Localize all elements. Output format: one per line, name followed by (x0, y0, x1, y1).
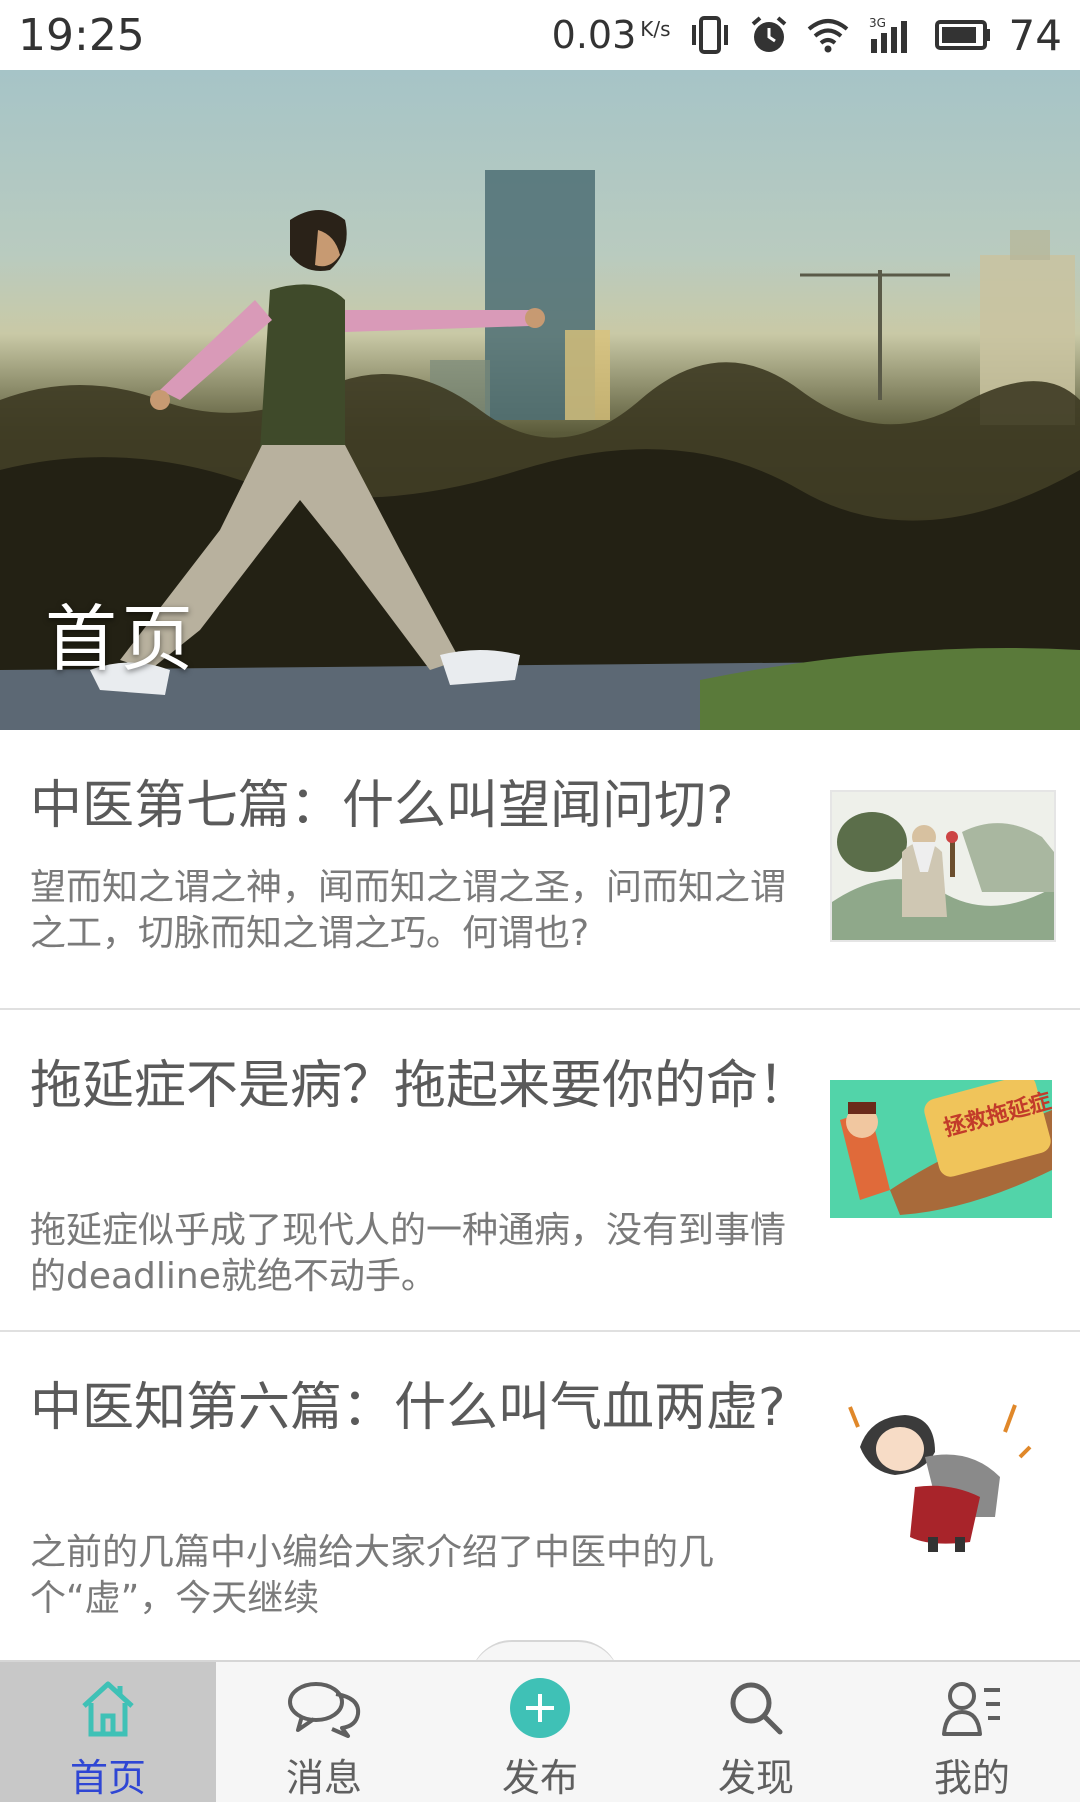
article-title: 拖延症不是病？拖起来要你的命！ (30, 1056, 811, 1116)
vibrate-icon (689, 15, 731, 55)
nav-item-home[interactable]: 首页 (0, 1662, 216, 1802)
status-time: 19:25 (18, 9, 145, 61)
nav-label-publish: 发布 (501, 1756, 578, 1800)
status-icons: 0.03 K/s 3G 74 (552, 11, 1062, 60)
battery-percent: 74 (1008, 10, 1062, 60)
article-summary: 之前的几篇中小编给大家介绍了中医中的几个“虚”，今天继续 (30, 1532, 715, 1619)
add-icon (508, 1672, 572, 1743)
article-item[interactable]: 拖延症不是病？拖起来要你的命！ 拖延症似乎成了现代人的一种通病，没有到事情的de… (0, 1010, 1080, 1332)
article-thumbnail (830, 1387, 1052, 1552)
nav-item-messages[interactable]: 消息 (216, 1662, 432, 1802)
nav-label-messages: 消息 (285, 1756, 362, 1800)
net-speed-value: 0.03 (551, 13, 637, 57)
article-title: 中医知第六篇：什么叫气血两虚? (30, 1378, 786, 1438)
search-icon (724, 1672, 788, 1743)
article-thumbnail: 拯救拖延症 (830, 1080, 1052, 1218)
sick-person-cartoon-image (830, 1387, 1052, 1552)
article-title: 中医第七篇：什么叫望闻问切? (30, 776, 734, 836)
procrastination-cartoon-image: 拯救拖延症 (830, 1080, 1052, 1218)
status-bar: 19:25 0.03 K/s 3G 74 (0, 0, 1080, 70)
chat-icon (284, 1672, 364, 1743)
nav-item-profile[interactable]: 我的 (864, 1662, 1080, 1802)
net-speed: 0.03 K/s (552, 13, 671, 57)
article-item[interactable]: 中医第七篇：什么叫望闻问切? 望而知之谓之神，闻而知之谓之圣，问而知之谓之工，切… (0, 730, 1080, 1010)
article-summary: 望而知之谓之神，闻而知之谓之圣，问而知之谓之工，切脉而知之谓之巧。何谓也? (30, 867, 787, 954)
wifi-icon (807, 17, 849, 53)
nav-item-discover[interactable]: 发现 (648, 1662, 864, 1802)
nav-label-home: 首页 (69, 1756, 146, 1800)
net-speed-unit: K/s (640, 17, 671, 41)
article-summary: 拖延症似乎成了现代人的一种通病，没有到事情的deadline就绝不动手。 (30, 1210, 787, 1297)
article-thumbnail (830, 790, 1056, 942)
hero-title: 首页 (45, 597, 198, 681)
alarm-icon (749, 15, 789, 55)
nav-label-profile: 我的 (933, 1756, 1010, 1800)
ink-painting-sage-image (832, 792, 1054, 940)
home-icon (76, 1672, 140, 1743)
hero-banner[interactable]: 首页 (0, 70, 1080, 730)
nav-label-discover: 发现 (717, 1756, 794, 1800)
battery-icon (934, 19, 991, 51)
signal-icon: 3G (867, 15, 917, 55)
bottom-navigation: 首页 消息 发布 发现 我的 (0, 1660, 1080, 1802)
article-item[interactable]: 中医知第六篇：什么叫气血两虚? 之前的几篇中小编给大家介绍了中医中的几个“虚”，… (0, 1332, 1080, 1662)
nav-item-publish[interactable]: 发布 (432, 1662, 648, 1802)
profile-icon (940, 1672, 1004, 1743)
svg-text:3G: 3G (869, 16, 886, 30)
